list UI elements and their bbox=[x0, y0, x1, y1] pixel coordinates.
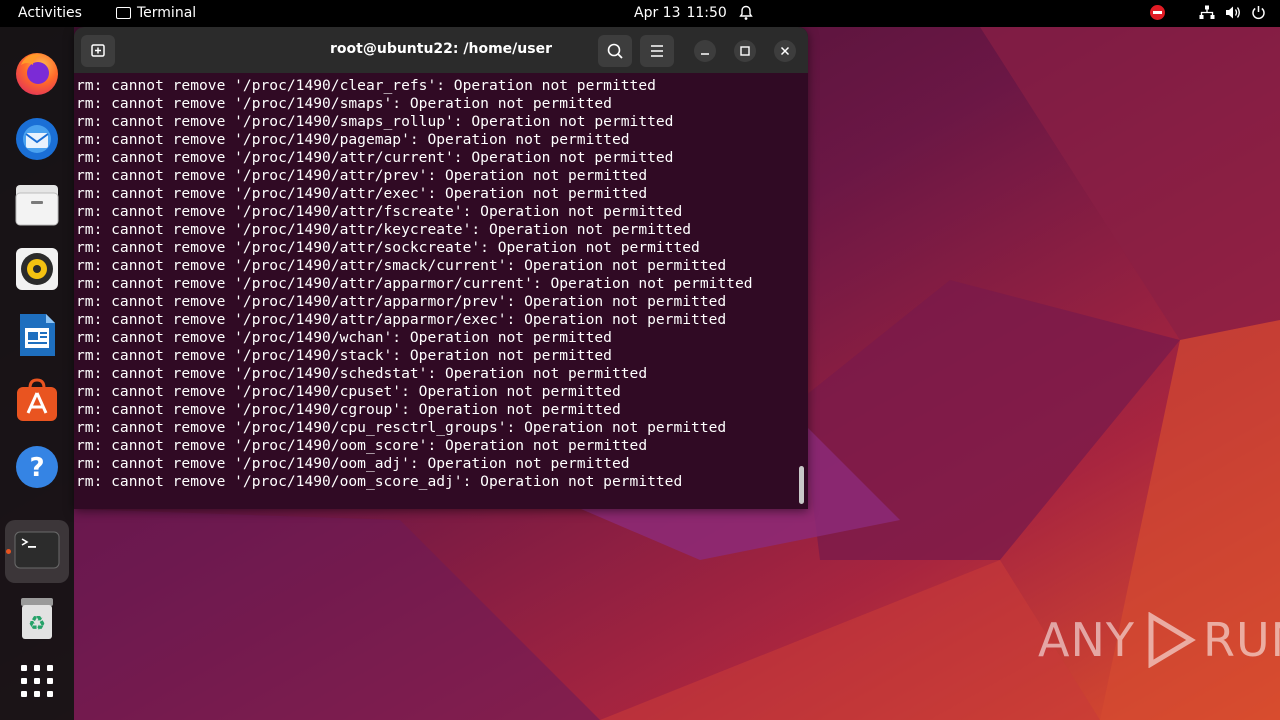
volume-icon bbox=[1226, 6, 1240, 19]
anyrun-watermark: ANY RUN bbox=[1038, 612, 1280, 668]
terminal-line: rm: cannot remove '/proc/1490/attr/smack… bbox=[76, 257, 727, 274]
terminal-line: rm: cannot remove '/proc/1490/pagemap': … bbox=[76, 131, 630, 148]
watermark-right-text: RUN bbox=[1202, 613, 1280, 667]
terminal-line: rm: cannot remove '/proc/1490/clear_refs… bbox=[76, 77, 656, 94]
notification-bell-icon bbox=[739, 5, 753, 20]
maximize-button[interactable] bbox=[734, 40, 756, 62]
activities-button[interactable]: Activities bbox=[18, 5, 82, 21]
app-center-icon[interactable] bbox=[13, 377, 61, 425]
network-icon bbox=[1199, 5, 1215, 19]
minimize-icon bbox=[701, 53, 709, 55]
maximize-icon bbox=[740, 46, 750, 56]
terminal-line: rm: cannot remove '/proc/1490/attr/appar… bbox=[76, 311, 727, 328]
terminal-output[interactable]: rm: cannot remove '/proc/1490/clear_refs… bbox=[76, 77, 796, 507]
header-bar: root@ubuntu22: /home/user bbox=[74, 27, 808, 73]
files-icon[interactable] bbox=[13, 180, 61, 228]
firefox-icon[interactable] bbox=[13, 49, 61, 97]
clock-time: 11:50 bbox=[686, 5, 727, 21]
watermark-left-text: ANY bbox=[1038, 613, 1135, 667]
play-logo-icon bbox=[1148, 612, 1196, 668]
svg-text:?: ? bbox=[29, 453, 44, 483]
terminal-line: rm: cannot remove '/proc/1490/smaps': Op… bbox=[76, 95, 612, 112]
terminal-window: root@ubuntu22: /home/user rm: cannot rem… bbox=[74, 27, 808, 509]
terminal-line: rm: cannot remove '/proc/1490/cpuset': O… bbox=[76, 383, 621, 400]
terminal-line: rm: cannot remove '/proc/1490/cpu_resctr… bbox=[76, 419, 727, 436]
app-menu[interactable]: Terminal bbox=[116, 5, 196, 21]
show-apps-icon[interactable] bbox=[13, 657, 61, 705]
svg-text:♻: ♻ bbox=[28, 611, 46, 635]
terminal-line: rm: cannot remove '/proc/1490/schedstat'… bbox=[76, 365, 648, 382]
scrollbar-thumb[interactable] bbox=[799, 466, 804, 504]
rhythmbox-icon[interactable] bbox=[13, 245, 61, 293]
dock: ? ♻ bbox=[0, 27, 74, 720]
top-bar: Activities Terminal Apr 13 11:50 bbox=[0, 0, 1280, 27]
terminal-line: rm: cannot remove '/proc/1490/wchan': Op… bbox=[76, 329, 612, 346]
close-button[interactable] bbox=[774, 40, 796, 62]
terminal-line: rm: cannot remove '/proc/1490/attr/curre… bbox=[76, 149, 674, 166]
recording-stop-icon[interactable] bbox=[1150, 5, 1165, 20]
terminal-app-icon bbox=[116, 7, 131, 19]
menu-button[interactable] bbox=[640, 35, 674, 67]
search-button[interactable] bbox=[598, 35, 632, 67]
libreoffice-writer-icon[interactable] bbox=[13, 311, 61, 359]
search-icon bbox=[607, 43, 623, 59]
app-menu-label: Terminal bbox=[137, 5, 197, 21]
clock[interactable]: Apr 13 11:50 bbox=[634, 5, 727, 21]
help-icon[interactable]: ? bbox=[13, 443, 61, 491]
hamburger-menu-icon bbox=[651, 45, 663, 57]
terminal-icon[interactable] bbox=[13, 526, 61, 574]
minimize-button[interactable] bbox=[694, 40, 716, 62]
trash-icon[interactable]: ♻ bbox=[13, 595, 61, 643]
running-indicator bbox=[6, 549, 11, 554]
terminal-line: rm: cannot remove '/proc/1490/attr/exec'… bbox=[76, 185, 648, 202]
terminal-line: rm: cannot remove '/proc/1490/attr/prev'… bbox=[76, 167, 648, 184]
power-icon bbox=[1252, 6, 1265, 20]
terminal-line: rm: cannot remove '/proc/1490/oom_adj': … bbox=[76, 455, 630, 472]
terminal-line: rm: cannot remove '/proc/1490/attr/fscre… bbox=[76, 203, 683, 220]
terminal-line: rm: cannot remove '/proc/1490/oom_score'… bbox=[76, 437, 648, 454]
terminal-line: rm: cannot remove '/proc/1490/stack': Op… bbox=[76, 347, 612, 364]
terminal-line: rm: cannot remove '/proc/1490/cgroup': O… bbox=[76, 401, 621, 418]
clock-date: Apr 13 bbox=[634, 5, 681, 21]
terminal-line: rm: cannot remove '/proc/1490/oom_score_… bbox=[76, 473, 683, 490]
terminal-line: rm: cannot remove '/proc/1490/smaps_roll… bbox=[76, 113, 674, 130]
close-icon bbox=[780, 46, 790, 56]
terminal-line: rm: cannot remove '/proc/1490/attr/appar… bbox=[76, 275, 753, 292]
thunderbird-icon[interactable] bbox=[13, 114, 61, 162]
terminal-line: rm: cannot remove '/proc/1490/attr/sockc… bbox=[76, 239, 700, 256]
terminal-line: rm: cannot remove '/proc/1490/attr/appar… bbox=[76, 293, 727, 310]
system-tray[interactable] bbox=[1150, 5, 1266, 20]
terminal-line: rm: cannot remove '/proc/1490/attr/keycr… bbox=[76, 221, 692, 238]
